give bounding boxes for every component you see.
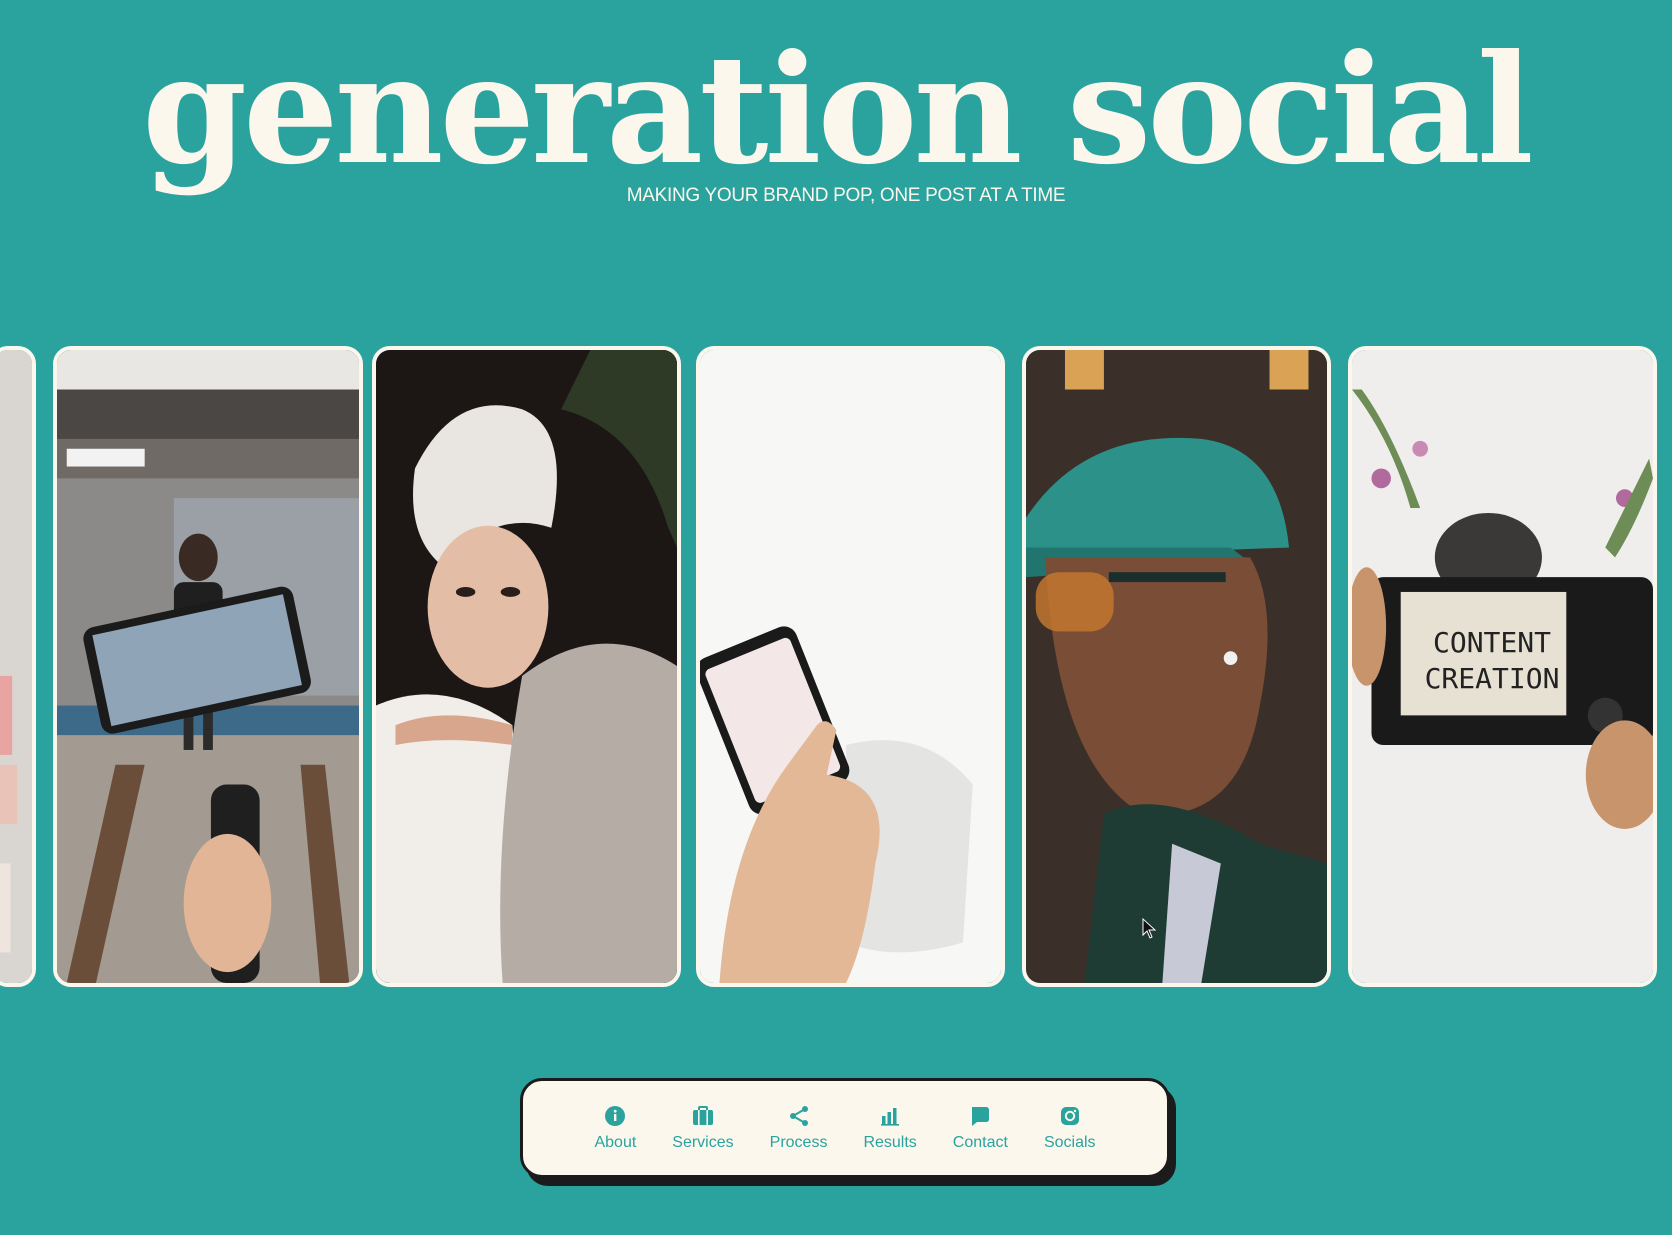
nav-label-socials: Socials — [1043, 1134, 1096, 1151]
info-icon — [605, 1106, 626, 1126]
towel-woman-image — [376, 350, 677, 983]
mouse-cursor-icon — [1142, 918, 1157, 939]
instagram-icon — [1060, 1107, 1079, 1125]
tagline: MAKING YOUR BRAND POP, ONE POST AT A TIM… — [626, 185, 1066, 206]
nav-item-results[interactable]: Results — [845, 1104, 934, 1152]
bar-chart-icon — [881, 1108, 900, 1126]
nav-label-services: Services — [672, 1134, 734, 1151]
nav-item-services[interactable]: Services — [654, 1104, 751, 1152]
card-man-cap[interactable] — [1022, 346, 1331, 987]
content-creation-line2: CREATION — [1424, 662, 1560, 695]
nav-item-socials[interactable]: Socials — [1026, 1104, 1114, 1152]
nav-label-process: Process — [769, 1134, 828, 1151]
bottom-nav: About Services Process Results Contact S… — [520, 1078, 1170, 1178]
card-gimbal-subway[interactable] — [53, 346, 363, 987]
share-icon — [789, 1106, 808, 1126]
gimbal-subway-image — [57, 350, 359, 983]
card-content-creation[interactable]: CONTENT CREATION — [1348, 346, 1657, 987]
content-creation-caption: CONTENT CREATION — [1422, 625, 1562, 697]
cosmetics-thumbnail — [0, 350, 32, 983]
nav-item-contact[interactable]: Contact — [935, 1104, 1026, 1152]
phone-tap-image — [700, 350, 1001, 983]
nav-item-process[interactable]: Process — [752, 1104, 846, 1152]
content-creation-line1: CONTENT — [1432, 626, 1551, 659]
brand-title: generation social — [142, 22, 1534, 198]
nav-label-results: Results — [863, 1134, 917, 1151]
nav-item-about[interactable]: About — [576, 1104, 654, 1152]
nav-label-about: About — [594, 1134, 637, 1151]
video-carousel[interactable]: CONTENT CREATION — [0, 346, 1672, 991]
card-phone-tap[interactable] — [696, 346, 1005, 987]
chat-bubble-icon — [972, 1107, 990, 1126]
man-cap-image — [1026, 350, 1327, 983]
card-towel-woman[interactable] — [372, 346, 681, 987]
card-partial-left[interactable] — [0, 346, 36, 987]
nav-label-contact: Contact — [952, 1134, 1008, 1151]
briefcase-icon — [692, 1106, 713, 1125]
